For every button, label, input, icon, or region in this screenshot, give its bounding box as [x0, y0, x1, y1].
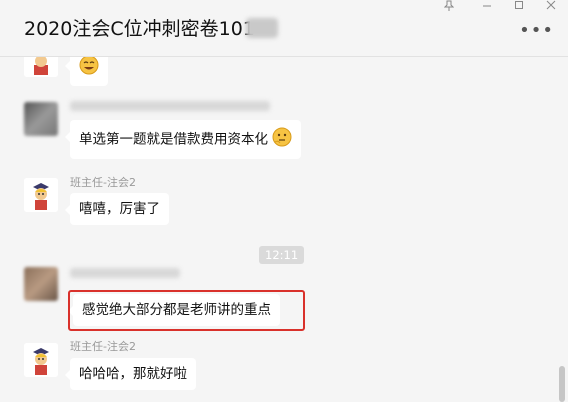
redacted-sender-name	[70, 101, 270, 111]
message-text: 嘻嘻，厉害了	[79, 201, 160, 217]
message-bubble[interactable]: 单选第一题就是借款费用资本化	[64, 120, 302, 159]
avatar[interactable]	[24, 102, 58, 136]
chat-title: 2020注会C位冲刺密卷101	[24, 18, 255, 40]
maximize-icon[interactable]	[508, 0, 530, 12]
avatar[interactable]	[24, 343, 58, 377]
minimize-icon[interactable]	[476, 0, 498, 12]
highlight-box	[68, 290, 305, 331]
message-text: 单选第一题就是借款费用资本化	[79, 131, 268, 148]
avatar[interactable]	[24, 267, 58, 301]
message-text: 哈哈哈，那就好啦	[79, 366, 187, 382]
laughing-face-emoji	[79, 57, 99, 80]
close-icon[interactable]	[540, 0, 562, 12]
sender-name: 班主任-注会2	[70, 340, 136, 353]
thinking-face-emoji	[272, 127, 292, 152]
scrollbar[interactable]	[559, 366, 565, 402]
avatar[interactable]	[24, 57, 58, 77]
redacted-sender-name	[70, 268, 180, 278]
message-bubble[interactable]: 哈哈哈，那就好啦	[65, 358, 196, 390]
message-bubble[interactable]: 嘻嘻，厉害了	[65, 193, 169, 225]
message-list[interactable]: 单选第一题就是借款费用资本化 班主任-注会2 嘻嘻，厉害了 12:11 感觉绝大…	[0, 57, 568, 402]
sender-name: 班主任-注会2	[70, 176, 136, 189]
message-bubble[interactable]	[65, 57, 108, 86]
avatar[interactable]	[24, 178, 58, 212]
pin-icon[interactable]	[438, 0, 460, 12]
timestamp: 12:11	[259, 246, 305, 264]
title-bar: 2020注会C位冲刺密卷101 •••	[0, 0, 568, 57]
redacted-member-count	[246, 18, 278, 38]
more-icon[interactable]: •••	[519, 22, 554, 40]
